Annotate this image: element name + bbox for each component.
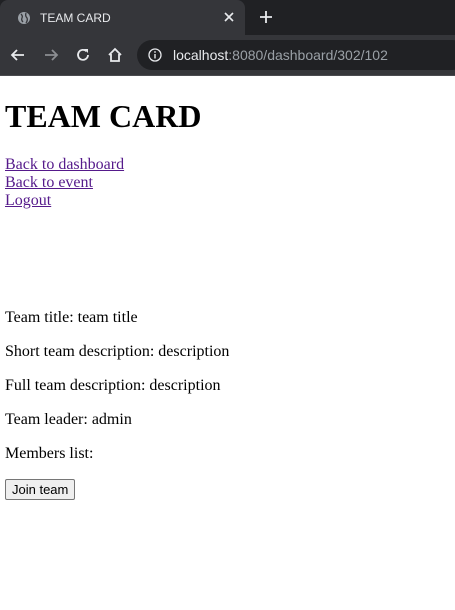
team-info: Team title: team title Short team descri… (5, 309, 450, 463)
address-bar[interactable]: localhost:8080/dashboard/302/102 (137, 40, 455, 70)
globe-icon (18, 11, 30, 24)
url-text: localhost:8080/dashboard/302/102 (173, 47, 388, 63)
arrow-right-icon[interactable] (42, 46, 60, 64)
reload-icon[interactable] (74, 46, 92, 64)
page-content: TEAM CARD Back to dashboard Back to even… (0, 76, 455, 500)
nav-links: Back to dashboard Back to event Logout (5, 156, 450, 210)
team-full-description: Full team description: description (5, 377, 221, 394)
arrow-left-icon[interactable] (9, 46, 27, 64)
browser-tab-strip: TEAM CARD (0, 0, 455, 35)
home-icon[interactable] (106, 46, 124, 64)
browser-toolbar: localhost:8080/dashboard/302/102 (0, 35, 455, 76)
team-leader: Team leader: admin (5, 411, 132, 428)
team-title: Team title: team title (5, 309, 138, 326)
browser-tab[interactable]: TEAM CARD (0, 0, 245, 35)
join-team-button[interactable]: Join team (5, 479, 76, 500)
url-host: localhost (173, 47, 229, 63)
members-list-label: Members list: (5, 445, 94, 462)
url-path: :8080/dashboard/302/102 (228, 47, 388, 63)
tab-title: TEAM CARD (40, 10, 111, 25)
team-short-description: Short team description: description (5, 343, 230, 360)
back-to-dashboard-link[interactable]: Back to dashboard (5, 156, 450, 174)
info-icon[interactable] (148, 48, 162, 62)
plus-icon[interactable] (258, 9, 274, 25)
page-title: TEAM CARD (5, 98, 202, 134)
close-icon[interactable] (222, 10, 236, 24)
back-to-event-link[interactable]: Back to event (5, 174, 450, 192)
logout-link[interactable]: Logout (5, 192, 450, 210)
